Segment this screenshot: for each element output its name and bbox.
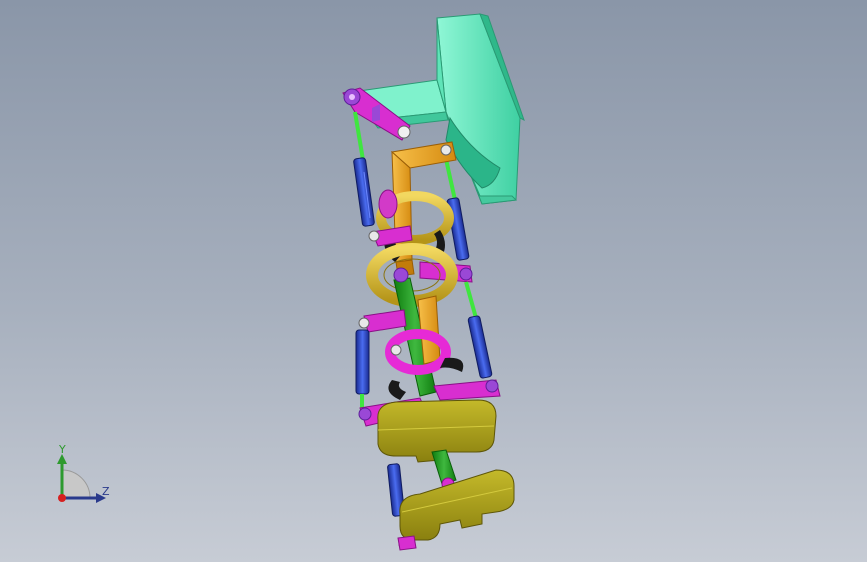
right-lower-actuator[interactable] bbox=[464, 281, 493, 379]
triad-z-label: Z bbox=[102, 485, 110, 498]
triad-icon bbox=[57, 454, 106, 503]
triad-y-label: Y bbox=[59, 443, 66, 456]
lower-foot-plate[interactable] bbox=[397, 469, 515, 551]
orientation-triad: Y Z bbox=[40, 440, 120, 510]
assembly-model[interactable] bbox=[0, 0, 867, 562]
left-upper-actuator[interactable] bbox=[353, 111, 375, 227]
cad-viewport[interactable]: Y Z bbox=[0, 0, 867, 562]
